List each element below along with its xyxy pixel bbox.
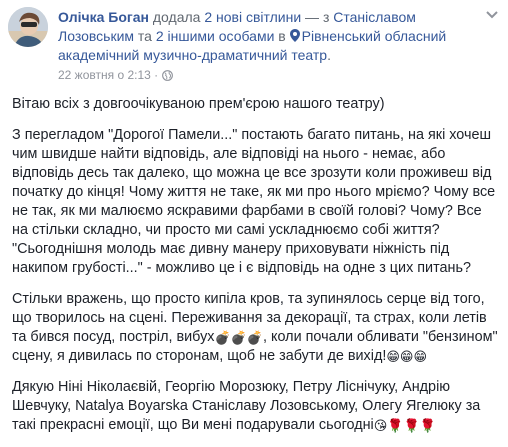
grin-emoji-icon: 😁😁😁 <box>386 349 428 364</box>
action-text: додала <box>149 9 205 25</box>
profile-photo-icon <box>8 7 48 47</box>
author-name[interactable]: Олічка Боган <box>58 9 149 25</box>
post-paragraph-1: Вітаю всіх з довгоочікуваною прем'єрою н… <box>12 96 385 112</box>
with-text: — з <box>301 9 334 25</box>
timestamp-row: 22 жовтня о 2:13 · <box>58 68 174 82</box>
period-text: . <box>327 47 331 63</box>
photos-link[interactable]: 2 нові світлини <box>204 9 301 25</box>
location-pin-icon <box>289 29 300 42</box>
post-content: Вітаю всіх з довгоочікуваною прем'єрою н… <box>12 95 500 447</box>
others-link[interactable]: 2 іншими особами <box>156 28 275 44</box>
timestamp[interactable]: 22 жовтня о 2:13 · <box>58 68 158 82</box>
and-text: та <box>134 28 156 44</box>
in-text: в <box>274 28 290 44</box>
avatar[interactable] <box>8 7 48 47</box>
facebook-post: Олічка Боган додала 2 нові світлини — з … <box>0 0 508 433</box>
bomb-emoji-icon: 💣💣💣 <box>214 330 264 345</box>
post-header: Олічка Боган додала 2 нові світлини — з … <box>58 8 453 65</box>
post-paragraph-2: З перегладом "Дорогої Памели..." постают… <box>12 127 496 276</box>
post-paragraph-3: Стільки вражень, що просто кипіла кров, … <box>12 290 500 366</box>
chevron-down-icon[interactable] <box>486 10 498 20</box>
globe-icon[interactable] <box>162 69 174 81</box>
post-paragraph-4: Дякую Ніні Ніколаєвій, Георгію Морозюку,… <box>12 378 500 435</box>
